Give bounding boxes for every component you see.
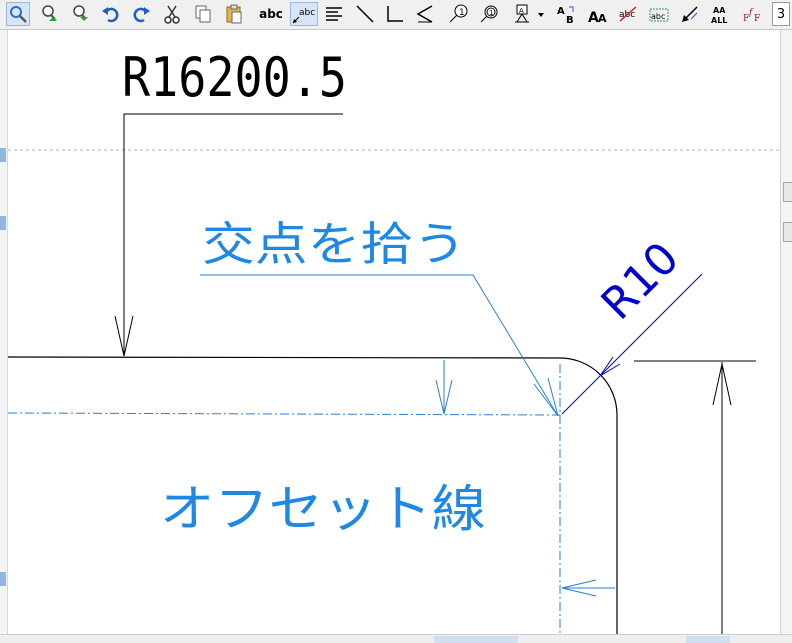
zoom-window-icon[interactable] — [6, 2, 30, 26]
svg-text:AA: AA — [713, 6, 726, 15]
corner-icon[interactable] — [383, 2, 407, 26]
balloon-number-icon[interactable]: 1 — [477, 2, 501, 26]
angle-icon[interactable] — [413, 2, 437, 26]
dimension-radius-small[interactable]: R10 — [592, 233, 689, 330]
annotation-leader-line — [200, 274, 559, 417]
svg-text:A: A — [598, 12, 607, 25]
zoom-in-icon[interactable] — [38, 2, 62, 26]
svg-text:abc: abc — [299, 8, 315, 18]
svg-text:A: A — [519, 7, 524, 15]
font-style-icon[interactable]: FfF — [740, 2, 764, 26]
left-panel-strip — [0, 30, 8, 642]
attribute-dropdown-icon[interactable] — [535, 2, 547, 26]
text-icon[interactable]: abc — [259, 2, 283, 26]
svg-text:1: 1 — [489, 9, 493, 17]
zoom-out-icon[interactable] — [69, 2, 93, 26]
font-size-icon[interactable]: AA — [586, 2, 610, 26]
cut-icon[interactable] — [160, 2, 184, 26]
drawing-canvas[interactable]: R16200.5 交点を拾う R10 オフセット線 — [7, 30, 780, 634]
drawing-svg: R16200.5 交点を拾う R10 オフセット線 — [7, 46, 780, 634]
copy-icon[interactable] — [191, 2, 215, 26]
right-strip-tab-1[interactable] — [783, 182, 792, 202]
paste-icon[interactable] — [222, 2, 246, 26]
arrow-point-icon[interactable] — [678, 2, 702, 26]
svg-text:1: 1 — [459, 8, 465, 18]
text-select-icon[interactable]: abc — [647, 2, 671, 26]
toolbar-overflow-label: 3 — [776, 6, 786, 22]
svg-text:F: F — [754, 14, 760, 24]
redo-icon[interactable] — [129, 2, 153, 26]
balloon-icon[interactable]: 1 — [446, 2, 470, 26]
toolbar: abc abc 1 1 A AB AA abc abc AAALL — [0, 0, 792, 30]
annotation-offset-line[interactable]: オフセット線 — [160, 480, 486, 538]
left-strip-tab-3[interactable] — [0, 572, 6, 586]
align-left-icon[interactable] — [322, 2, 346, 26]
right-panel-strip — [780, 30, 792, 642]
right-strip-tab-2[interactable] — [783, 222, 792, 242]
attribute-icon[interactable]: A — [510, 2, 534, 26]
svg-text:A: A — [557, 6, 565, 17]
toolbar-overflow-box[interactable]: 3 — [772, 2, 790, 26]
leader-text-icon[interactable]: abc — [290, 2, 318, 26]
all-text-icon[interactable]: AA ALL — [709, 2, 733, 26]
undo-icon[interactable] — [99, 2, 123, 26]
svg-text:abc: abc — [651, 12, 665, 21]
text-button-label: abc — [259, 7, 283, 21]
text-delete-icon[interactable]: abc — [616, 2, 640, 26]
dimension-radius-large[interactable]: R16200.5 — [122, 46, 347, 109]
offset-line-horizontal — [7, 412, 561, 416]
text-replace-icon[interactable]: AB — [554, 2, 578, 26]
left-strip-tab-2[interactable] — [0, 216, 6, 230]
svg-text:ALL: ALL — [711, 16, 727, 25]
line-icon[interactable] — [353, 2, 377, 26]
left-strip-tab-1[interactable] — [0, 148, 6, 162]
svg-text:B: B — [566, 15, 574, 25]
annotation-intersection[interactable]: 交点を拾う — [202, 217, 466, 271]
